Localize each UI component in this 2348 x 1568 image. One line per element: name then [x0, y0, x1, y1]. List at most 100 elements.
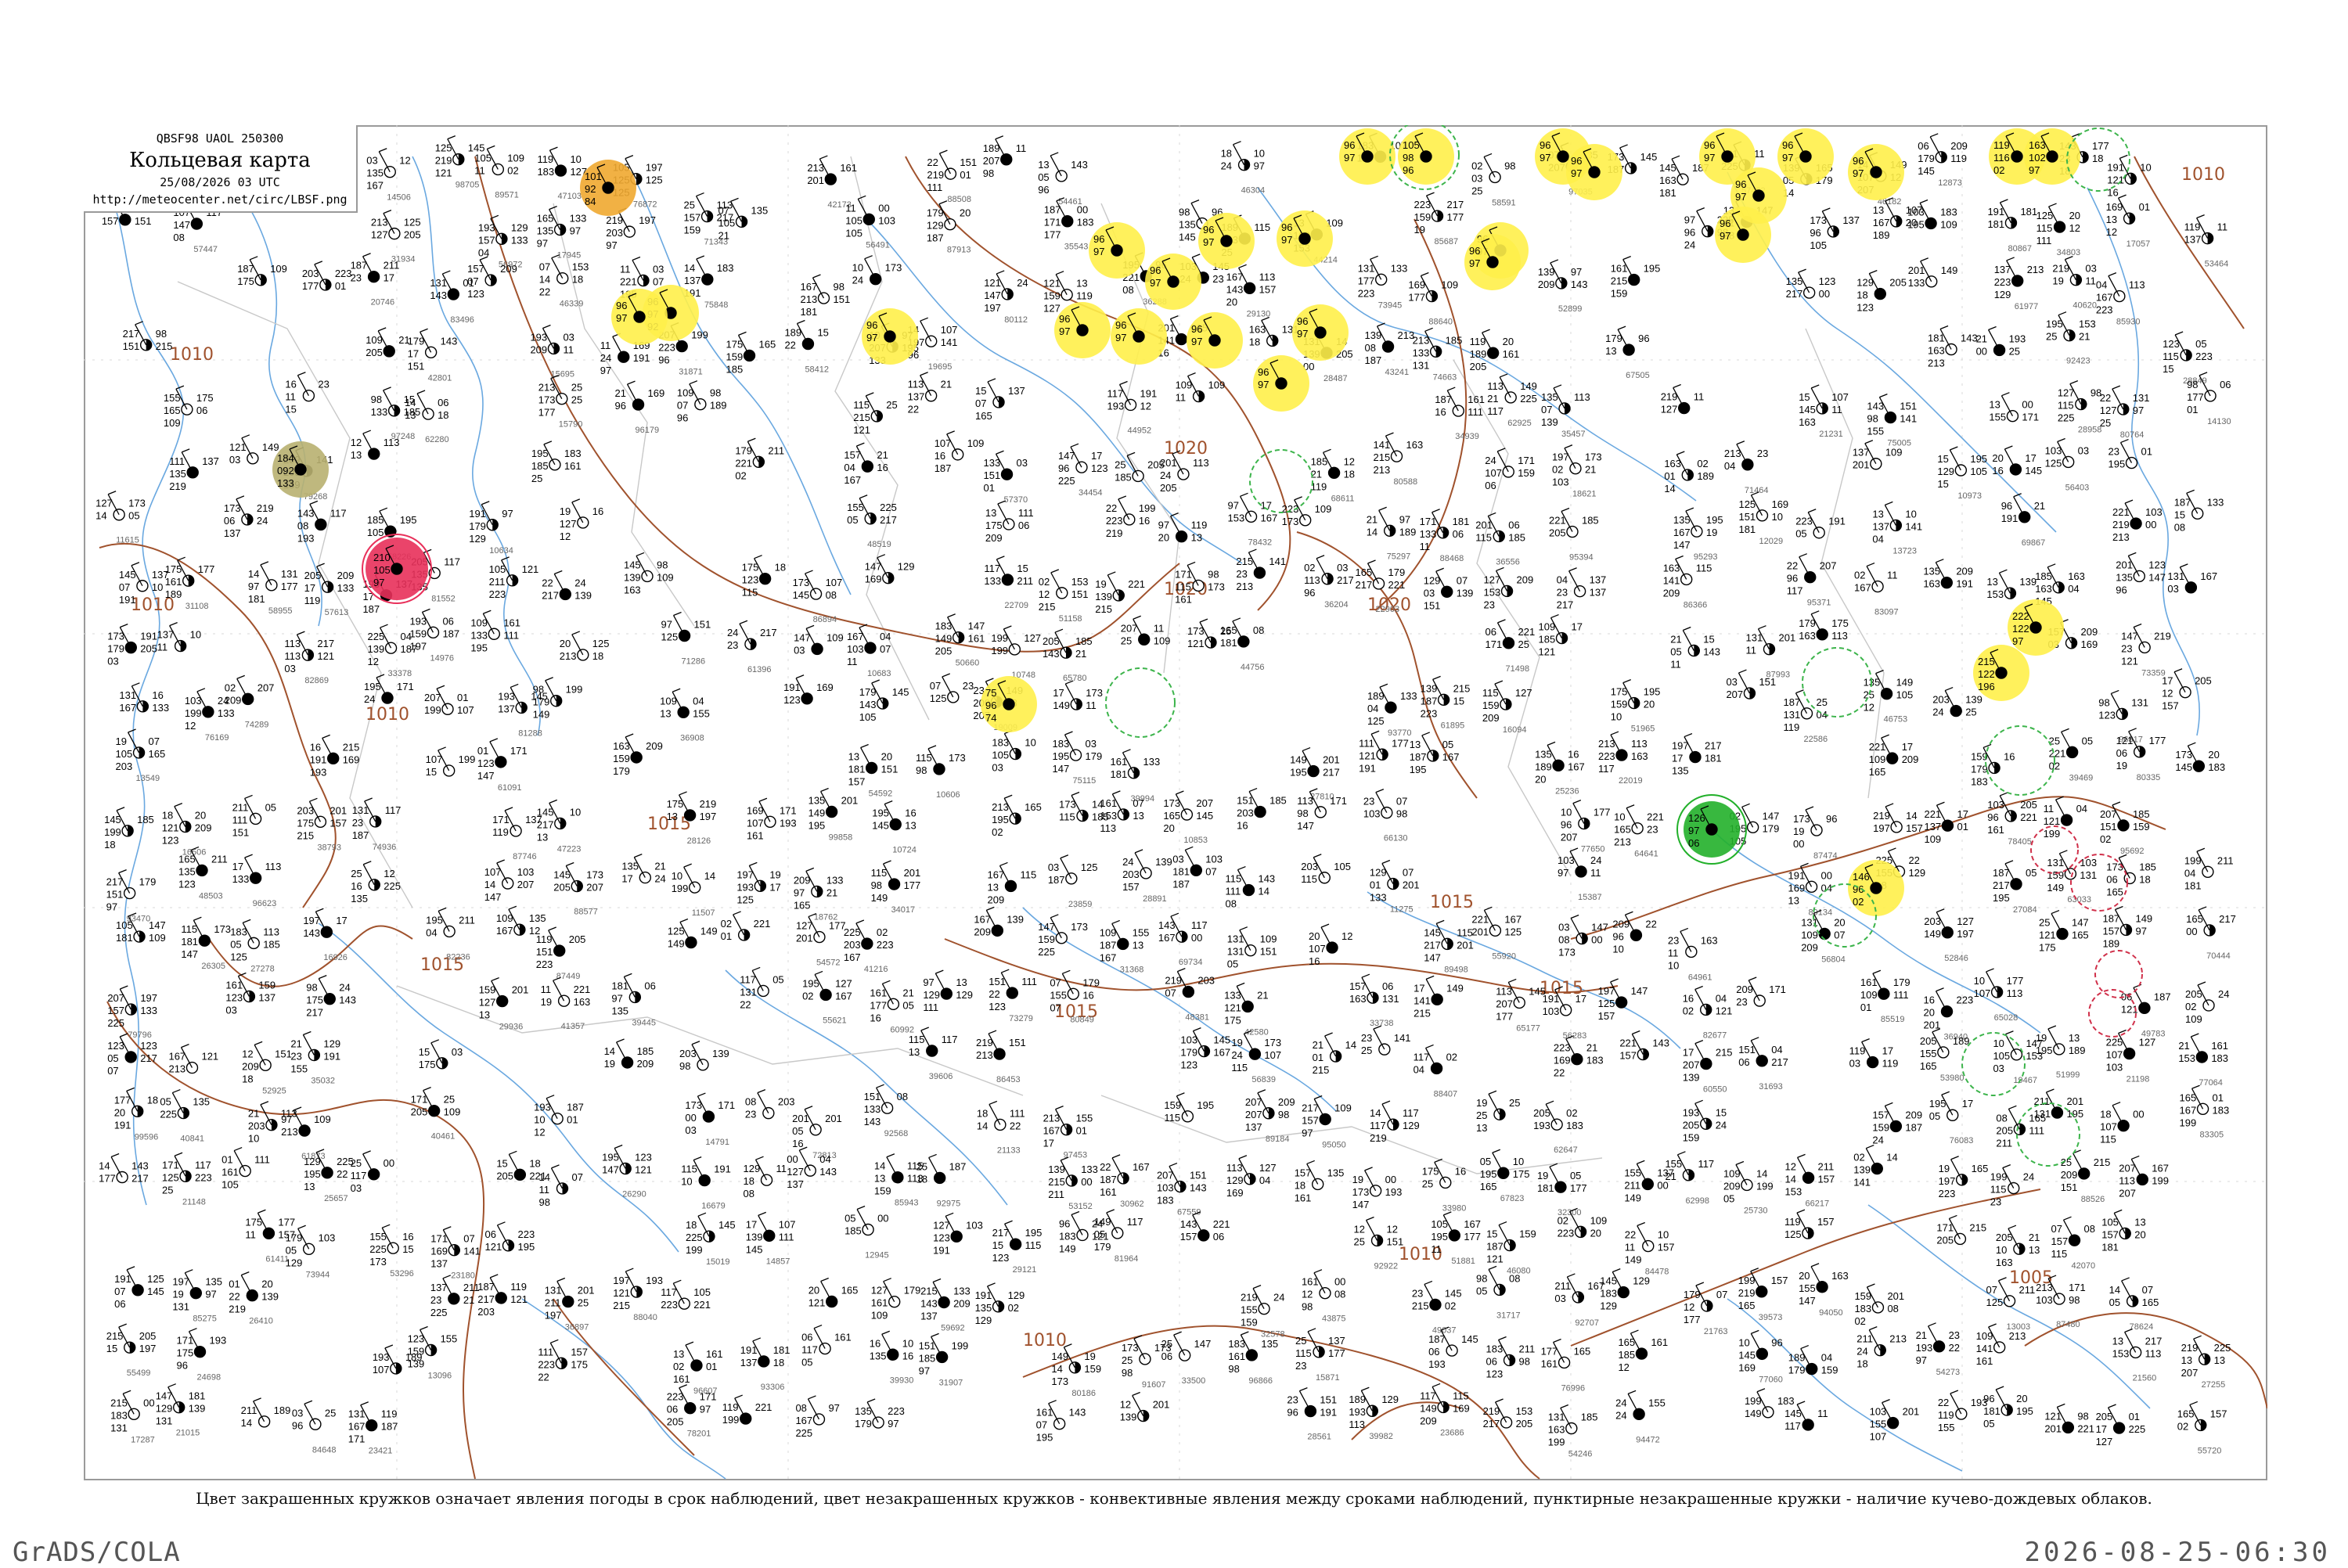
station-value: 04: [2184, 867, 2195, 879]
station-value: 127: [1484, 574, 1501, 585]
station-value: 24: [1273, 1292, 1284, 1304]
station-value: 25: [1471, 185, 1482, 196]
wind-barb-feather: [2121, 1277, 2130, 1282]
station-value: 147: [1763, 810, 1780, 822]
synoptic-map[interactable]: 1010 1010 1010 1015 1015 1015 1015 1015 …: [84, 125, 2267, 1480]
cloud-cover-half: [185, 1171, 192, 1182]
station-value: 151: [232, 826, 250, 838]
station-value: 181: [1111, 768, 1128, 780]
station-index: 74663: [1433, 372, 1457, 382]
station-value: 205: [1889, 277, 1907, 289]
station-plot: 197125157147: [1598, 978, 1648, 1022]
station-value: 225: [1058, 475, 1075, 487]
station-value: 157: [1619, 1050, 1637, 1062]
wind-barb-feather: [420, 328, 428, 333]
station-value: 193: [530, 331, 547, 343]
cloud-cover-circle: [1870, 458, 1882, 470]
station-value: 20: [1309, 930, 1320, 942]
station-index: 34803: [2057, 248, 2081, 257]
station-value: 183: [1228, 1338, 1245, 1350]
station-value: 109: [1869, 753, 1886, 765]
station-value: 98: [1297, 807, 1308, 819]
wind-barb-feather: [242, 919, 251, 923]
station-value: 18: [1856, 1358, 1867, 1370]
station-value: 209: [195, 822, 212, 834]
wind-barb-feather: [1426, 192, 1435, 196]
station-value: 223: [1795, 516, 1813, 527]
station-value: 167: [1442, 751, 1460, 763]
station-value: 115: [1025, 1239, 1042, 1251]
station-value: 189: [274, 1404, 291, 1416]
station-value: 209: [1663, 587, 1680, 599]
cloud-cover-half: [1643, 1048, 1649, 1060]
station-plot: 22121921310300: [2112, 499, 2163, 543]
station-value: 00: [1385, 1174, 1396, 1185]
station-value: 127: [1259, 1162, 1277, 1174]
cloud-cover-half: [1687, 469, 1694, 480]
station-plot: 157041672116: [844, 442, 888, 486]
station-value: 219: [169, 480, 186, 492]
station-value: 195: [531, 448, 549, 459]
station-value: 20: [2016, 1393, 2027, 1404]
station-value: 14: [1051, 1363, 1062, 1375]
station-value: 105: [845, 214, 862, 226]
station-value: 117: [1413, 1051, 1430, 1063]
station-index: 46339: [560, 300, 584, 309]
station-value: 98: [871, 879, 882, 891]
station-plot: 17922102211: [735, 437, 784, 481]
station-value: 11: [1086, 699, 1097, 711]
station-value: 201: [792, 1113, 809, 1124]
cloud-cover-half: [185, 821, 191, 833]
station-value: 97: [1916, 1354, 1927, 1366]
station-value: 133: [826, 874, 844, 886]
station-value: 147: [1799, 1295, 1816, 1307]
station-index: 35457: [1561, 430, 1586, 439]
station-value: 98: [2077, 1410, 2088, 1422]
station-value: 11: [2085, 275, 2096, 287]
station-plot: 19113718118: [740, 1337, 790, 1368]
station-plot: 06121223195: [484, 1221, 535, 1253]
cloud-cover-circle: [124, 641, 137, 654]
station-value: 123: [1856, 302, 1874, 314]
wind-barb-feather: [697, 1092, 706, 1097]
cloud-cover-circle: [811, 642, 823, 656]
station-value: 22: [1100, 1161, 1111, 1173]
wind-barb-feather: [1797, 1153, 1806, 1158]
station-value: 05: [1670, 646, 1681, 658]
station-value: 167: [2152, 1162, 2169, 1174]
station-value: 06: [2220, 379, 2231, 390]
cloud-cover-circle: [549, 459, 561, 471]
station-value: 145: [746, 1243, 763, 1255]
station-value: 173: [1122, 1342, 1139, 1354]
station-value: 147: [1194, 1338, 1212, 1350]
station-value: 113: [384, 437, 400, 448]
station-plot: 17116913707141: [430, 1226, 481, 1270]
wind-barb-feather: [1936, 559, 1944, 563]
station-value: 24: [1221, 160, 1232, 172]
station-value: 145: [892, 686, 909, 698]
station-value: 181: [1659, 187, 1676, 199]
station-plot: 215143137133209: [920, 1278, 971, 1322]
station-value: 199: [2044, 828, 2061, 840]
station-value: 187: [1100, 939, 1117, 951]
station-value: 111: [232, 814, 248, 825]
station-value: 11: [1154, 622, 1165, 634]
station-value: 04: [1771, 1044, 1782, 1056]
wind-barb-feather: [1375, 789, 1385, 793]
cloud-cover-half: [1179, 1181, 1186, 1192]
station-value: 98: [1278, 1109, 1289, 1120]
station-value: 205: [2185, 988, 2202, 1000]
station-value: 17: [304, 582, 315, 594]
station-index: 14976: [430, 653, 454, 663]
station-value: 133: [337, 582, 355, 594]
station-index: 21231: [1819, 430, 1843, 439]
station-value: 169: [2081, 638, 2098, 650]
station-value: 215: [920, 1285, 938, 1296]
station-plot: 14308193117: [297, 500, 347, 544]
station-index: 43241: [1385, 368, 1410, 377]
station-value: 17: [1043, 1138, 1054, 1149]
station-value: 109: [496, 912, 513, 924]
station-value: 139: [2019, 576, 2036, 588]
cloud-cover-half: [1118, 589, 1125, 601]
station-value: 129: [1994, 289, 2011, 300]
